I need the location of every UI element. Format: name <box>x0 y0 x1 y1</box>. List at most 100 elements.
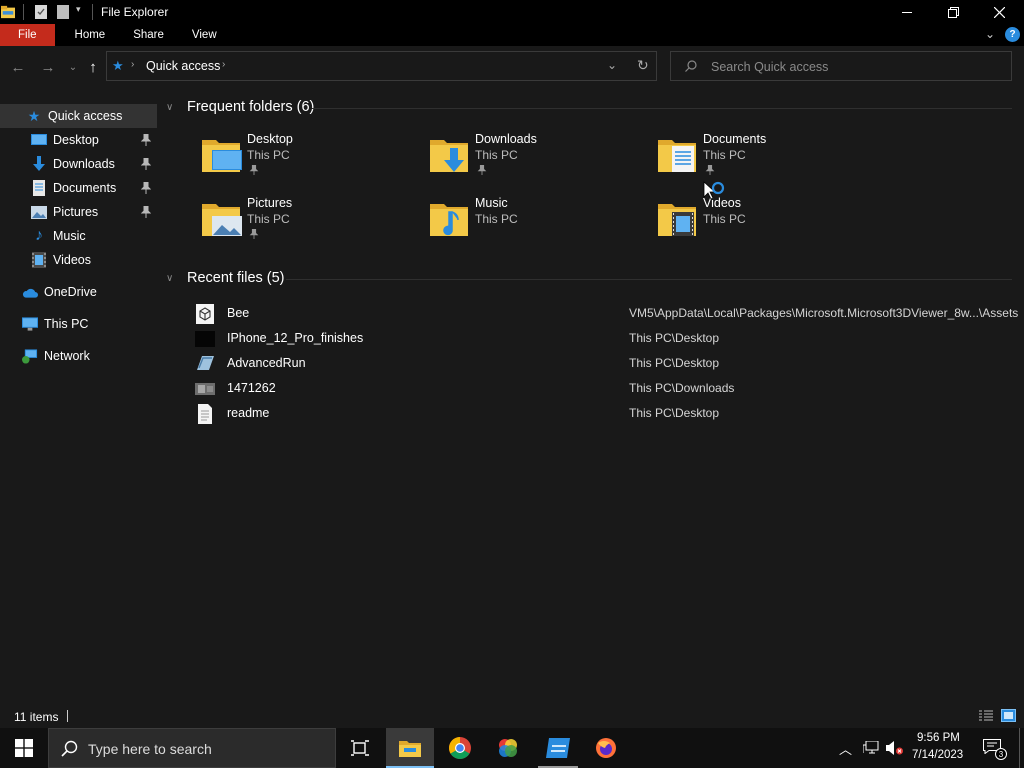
task-view-button[interactable] <box>336 728 384 768</box>
list-item-1471262[interactable]: 1471262 This PC\Downloads <box>193 377 1023 401</box>
file-path: VM5\AppData\Local\Packages\Microsoft.Mic… <box>629 306 1019 320</box>
taskbar-chrome[interactable] <box>436 728 484 768</box>
taskbar-firefox[interactable] <box>582 728 630 768</box>
breadcrumb-quick-access[interactable]: Quick access <box>146 59 220 73</box>
frequent-folders-header[interactable]: ∨ Frequent folders (6) <box>166 99 314 115</box>
recent-locations-button[interactable]: ⌄ <box>64 58 82 76</box>
pin-icon[interactable] <box>249 229 259 239</box>
file-name: 1471262 <box>227 381 276 395</box>
text-file-icon <box>198 404 212 424</box>
sidebar-item-label: Quick access <box>48 109 123 123</box>
pin-icon[interactable] <box>141 206 151 218</box>
close-button[interactable] <box>976 0 1022 24</box>
customize-toolbar-icon[interactable]: ▾ <box>76 4 81 15</box>
pin-icon[interactable] <box>477 165 487 175</box>
sidebar-item-pictures[interactable]: Pictures <box>0 200 157 224</box>
recent-files-header[interactable]: ∨ Recent files (5) <box>166 270 285 286</box>
documents-folder-icon <box>658 140 696 172</box>
pin-icon[interactable] <box>141 134 151 146</box>
volume-muted-icon[interactable] <box>886 741 904 755</box>
pin-icon[interactable] <box>705 165 715 175</box>
tab-home[interactable]: Home <box>61 24 120 46</box>
list-item-bee[interactable]: Bee VM5\AppData\Local\Packages\Microsoft… <box>193 302 1023 326</box>
pin-icon[interactable] <box>141 158 151 170</box>
expand-ribbon-icon[interactable]: ⌄ <box>985 27 995 41</box>
task-view-icon <box>351 740 369 756</box>
sidebar-item-onedrive[interactable]: OneDrive <box>0 280 157 304</box>
start-button[interactable] <box>0 728 48 768</box>
address-bar[interactable]: ★ › Quick access › ⌄ ↻ <box>106 51 657 81</box>
sidebar-item-desktop[interactable]: Desktop <box>0 128 157 152</box>
taskbar-search-box[interactable]: Type here to search <box>48 728 336 768</box>
folder-app-icon <box>1 5 15 19</box>
sidebar-item-label: Network <box>44 349 90 363</box>
folder-tile-documents[interactable]: Documents This PC <box>656 132 876 188</box>
chevron-down-icon: ∨ <box>166 272 174 284</box>
sidebar-item-network[interactable]: Network <box>0 344 157 368</box>
folder-tile-music[interactable]: Music This PC <box>428 196 648 252</box>
show-desktop-button[interactable] <box>1019 728 1020 768</box>
picture-icon <box>31 204 47 220</box>
list-item-advancedrun[interactable]: AdvancedRun This PC\Desktop <box>193 352 1023 376</box>
help-icon[interactable]: ? <box>1005 27 1020 42</box>
desktop-icon <box>31 132 47 148</box>
restore-button[interactable] <box>930 0 976 24</box>
sidebar-item-videos[interactable]: Videos <box>0 248 157 272</box>
folder-tile-pictures[interactable]: Pictures This PC <box>200 196 420 252</box>
tab-share[interactable]: Share <box>119 24 178 46</box>
details-view-icon[interactable] <box>979 710 993 722</box>
taskbar-search-input[interactable]: Type here to search <box>88 741 212 757</box>
folder-tile-videos[interactable]: Videos This PC <box>656 196 876 252</box>
folder-name: Pictures <box>247 196 293 210</box>
sidebar-item-music[interactable]: ♪ Music <box>0 224 157 248</box>
action-center-button[interactable]: 3 <box>980 736 1008 760</box>
sidebar-item-this-pc[interactable]: This PC <box>0 312 157 336</box>
show-hidden-icons-icon[interactable]: ︿ <box>839 739 852 758</box>
back-button[interactable]: ← <box>9 58 27 76</box>
properties-icon[interactable] <box>34 5 48 19</box>
downloads-folder-icon <box>430 140 468 172</box>
music-icon: ♪ <box>35 227 43 244</box>
taskbar-app-blue[interactable] <box>534 728 582 768</box>
folder-tile-desktop[interactable]: Desktop This PC <box>200 132 420 188</box>
star-icon: ★ <box>27 107 41 124</box>
taskbar-file-explorer[interactable] <box>386 728 434 768</box>
forward-button[interactable]: → <box>39 58 57 76</box>
star-icon: ★ <box>112 58 124 73</box>
image-thumbnail-icon <box>195 383 215 395</box>
status-separator <box>67 710 68 722</box>
address-dropdown-icon[interactable]: ⌄ <box>607 58 617 72</box>
group-divider <box>286 279 1012 280</box>
clock-time[interactable]: 9:56 PM <box>917 732 960 744</box>
network-tray-icon[interactable] <box>863 741 879 755</box>
clock-date[interactable]: 7/14/2023 <box>912 749 963 761</box>
group-title: Recent files (5) <box>187 270 285 286</box>
taskbar-color-app[interactable] <box>484 728 532 768</box>
sidebar-item-quick-access[interactable]: ★ Quick access <box>0 104 157 128</box>
minimize-button[interactable] <box>884 0 930 24</box>
sidebar-item-label: Pictures <box>53 205 99 219</box>
breadcrumb-chevron-icon[interactable]: › <box>222 59 225 70</box>
3d-object-icon <box>196 304 214 324</box>
folder-tile-downloads[interactable]: Downloads This PC <box>428 132 648 188</box>
tab-file[interactable]: File <box>0 24 55 46</box>
pin-icon[interactable] <box>249 165 259 175</box>
sidebar-item-documents[interactable]: Documents <box>0 176 157 200</box>
list-item-iphone-12-pro-finishes[interactable]: IPhone_12_Pro_finishes This PC\Desktop <box>193 327 1023 351</box>
up-button[interactable]: ↑ <box>84 58 102 76</box>
new-folder-icon[interactable] <box>56 5 70 19</box>
firefox-icon <box>596 738 616 758</box>
sidebar-item-label: OneDrive <box>44 285 97 299</box>
tab-view[interactable]: View <box>178 24 231 46</box>
search-input[interactable]: Search Quick access <box>711 60 828 74</box>
music-folder-icon <box>430 204 468 236</box>
search-box[interactable]: Search Quick access <box>670 51 1012 81</box>
folder-location: This PC <box>475 148 518 162</box>
windows-logo-icon <box>15 739 33 757</box>
minimize-icon <box>902 11 912 13</box>
list-item-readme[interactable]: readme This PC\Desktop <box>193 402 1023 426</box>
large-icons-view-icon[interactable] <box>1001 709 1016 722</box>
pin-icon[interactable] <box>141 182 151 194</box>
sidebar-item-downloads[interactable]: Downloads <box>0 152 157 176</box>
refresh-icon[interactable]: ↻ <box>637 57 649 74</box>
